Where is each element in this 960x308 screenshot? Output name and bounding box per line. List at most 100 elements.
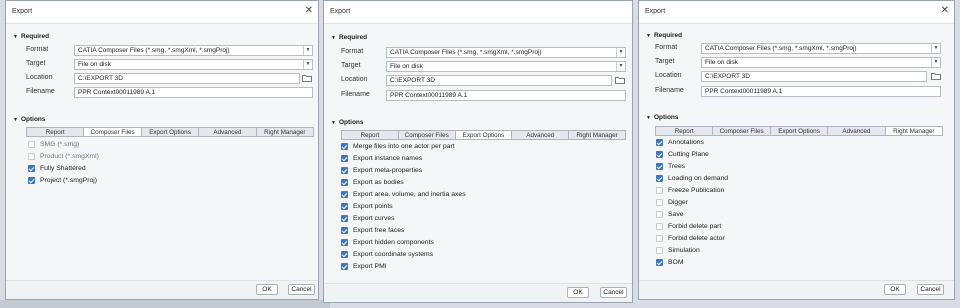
export-dialog-2: Export ▼ Required Format CATIA Composer F…	[323, 0, 633, 303]
checkbox[interactable]	[656, 187, 663, 194]
format-dropdown[interactable]: CATIA Composer Files (*.smg, *.smgXml, *…	[386, 47, 626, 58]
location-value: C:\EXPORT 3D	[78, 75, 123, 82]
checkbox-checked[interactable]	[656, 151, 663, 158]
tab-export-options[interactable]: Export Options	[455, 131, 513, 139]
checkbox-checked[interactable]	[341, 191, 348, 198]
folder-icon[interactable]	[302, 74, 312, 82]
checkbox[interactable]	[656, 247, 663, 254]
checkbox[interactable]	[656, 199, 663, 206]
filename-value: PPR Context00011989 A.1	[78, 89, 156, 96]
cancel-button[interactable]: Cancel	[288, 284, 315, 295]
checkbox[interactable]	[656, 211, 663, 218]
checkbox[interactable]	[656, 235, 663, 242]
format-value: CATIA Composer Files (*.smg, *.smgXml, *…	[78, 47, 230, 54]
checkbox-checked[interactable]	[656, 259, 663, 266]
options-label: Options	[653, 114, 679, 121]
tab-advanced[interactable]: Advanced	[199, 128, 257, 136]
tab-advanced[interactable]: Advanced	[512, 131, 570, 139]
option-label: Export PMI	[353, 263, 387, 270]
tab-right-manager[interactable]: Right Manager	[257, 128, 313, 136]
option-label: Fully Shattered	[40, 165, 86, 172]
checkbox[interactable]	[28, 153, 35, 160]
option-label: BOM	[668, 259, 684, 266]
target-label: Target	[341, 62, 361, 69]
tab-right-manager[interactable]: Right Manager	[885, 127, 943, 135]
chevron-down-icon: ▼	[616, 48, 625, 57]
checkbox-checked[interactable]	[341, 179, 348, 186]
tab-export-options[interactable]: Export Options	[142, 128, 200, 136]
target-value: File on disk	[78, 61, 111, 68]
ok-button[interactable]: OK	[884, 284, 906, 295]
location-input[interactable]: C:\EXPORT 3D	[386, 75, 612, 86]
folder-icon[interactable]	[615, 76, 625, 84]
option-label: Save	[668, 211, 684, 218]
checkbox[interactable]	[656, 223, 663, 230]
checkbox-checked[interactable]	[341, 215, 348, 222]
option-label: Export hidden components	[353, 239, 434, 246]
option-label: Export instance names	[353, 155, 423, 162]
required-section-header[interactable]: ▼ Required	[13, 33, 49, 40]
dialog-footer: OK Cancel	[6, 280, 318, 299]
folder-icon[interactable]	[931, 72, 941, 80]
checkbox-checked[interactable]	[341, 251, 348, 258]
format-label: Format	[26, 46, 49, 53]
checkbox-checked[interactable]	[656, 175, 663, 182]
filename-input[interactable]: PPR Context00011989 A.1	[701, 86, 941, 97]
checkbox-checked[interactable]	[341, 155, 348, 162]
tab-report[interactable]: Report	[342, 131, 399, 139]
tab-composer-files[interactable]: Composer Files	[713, 127, 771, 135]
checkbox-checked[interactable]	[341, 203, 348, 210]
tab-report[interactable]: Report	[27, 128, 85, 136]
checkbox-checked[interactable]	[341, 167, 348, 174]
required-label: Required	[338, 34, 368, 41]
taskbar-strip	[0, 300, 330, 308]
export-dialog-3: Export ✕ ▼ Required Format CATIA Composer…	[638, 0, 955, 300]
export-dialog-1: Export ✕ ▼ Required Format CATIA Composer…	[5, 0, 319, 300]
target-dropdown[interactable]: File on disk ▼	[74, 59, 313, 70]
checkbox-checked[interactable]	[28, 165, 35, 172]
checkbox-checked[interactable]	[656, 163, 663, 170]
cancel-button[interactable]: Cancel	[917, 284, 944, 295]
tab-advanced[interactable]: Advanced	[828, 127, 886, 135]
ok-button[interactable]: OK	[567, 287, 589, 298]
filename-input[interactable]: PPR Context00011989 A.1	[74, 87, 313, 98]
tab-right-manager[interactable]: Right Manager	[569, 131, 625, 139]
ok-button[interactable]: OK	[256, 284, 278, 295]
options-section-header[interactable]: ▼ Options	[646, 114, 679, 121]
target-dropdown[interactable]: File on disk ▼	[701, 57, 941, 68]
tab-composer-files[interactable]: Composer Files	[84, 128, 142, 136]
tab-report[interactable]: Report	[656, 127, 714, 135]
tab-export-options[interactable]: Export Options	[771, 127, 829, 135]
checkbox-checked[interactable]	[656, 139, 663, 146]
option-label: Simulation	[668, 247, 700, 254]
checkbox-checked[interactable]	[28, 177, 35, 184]
option-label: Loading on demand	[668, 175, 729, 182]
filename-label: Filename	[655, 87, 684, 94]
checkbox-checked[interactable]	[341, 239, 348, 246]
location-input[interactable]: C:\EXPORT 3D	[701, 71, 927, 82]
filename-label: Filename	[341, 91, 370, 98]
options-section-header[interactable]: ▼ Options	[13, 116, 46, 123]
format-dropdown[interactable]: CATIA Composer Files (*.smg, *.smgXml, *…	[74, 45, 313, 56]
filename-input[interactable]: PPR Context00011989 A.1	[386, 90, 626, 101]
collapse-triangle-icon: ▼	[646, 33, 651, 39]
checkbox-checked[interactable]	[341, 143, 348, 150]
location-input[interactable]: C:\EXPORT 3D	[74, 73, 300, 84]
collapse-triangle-icon: ▼	[646, 115, 651, 121]
cancel-button[interactable]: Cancel	[600, 287, 627, 298]
dialog-title: Export	[330, 8, 351, 15]
collapse-triangle-icon: ▼	[331, 35, 336, 41]
filename-value: PPR Context00011989 A.1	[390, 92, 468, 99]
format-dropdown[interactable]: CATIA Composer Files (*.smg, *.smgXml, *…	[701, 43, 941, 54]
tab-composer-files[interactable]: Composer Files	[399, 131, 456, 139]
checkbox-checked[interactable]	[341, 227, 348, 234]
required-section-header[interactable]: ▼ Required	[646, 32, 682, 39]
required-section-header[interactable]: ▼ Required	[331, 34, 367, 41]
close-icon[interactable]: ✕	[941, 6, 949, 16]
checkbox-checked[interactable]	[341, 263, 348, 270]
target-dropdown[interactable]: File on disk ▼	[386, 61, 626, 72]
options-section-header[interactable]: ▼ Options	[331, 119, 364, 126]
checkbox[interactable]	[28, 141, 35, 148]
collapse-triangle-icon: ▼	[13, 117, 18, 123]
close-icon[interactable]: ✕	[305, 6, 313, 16]
